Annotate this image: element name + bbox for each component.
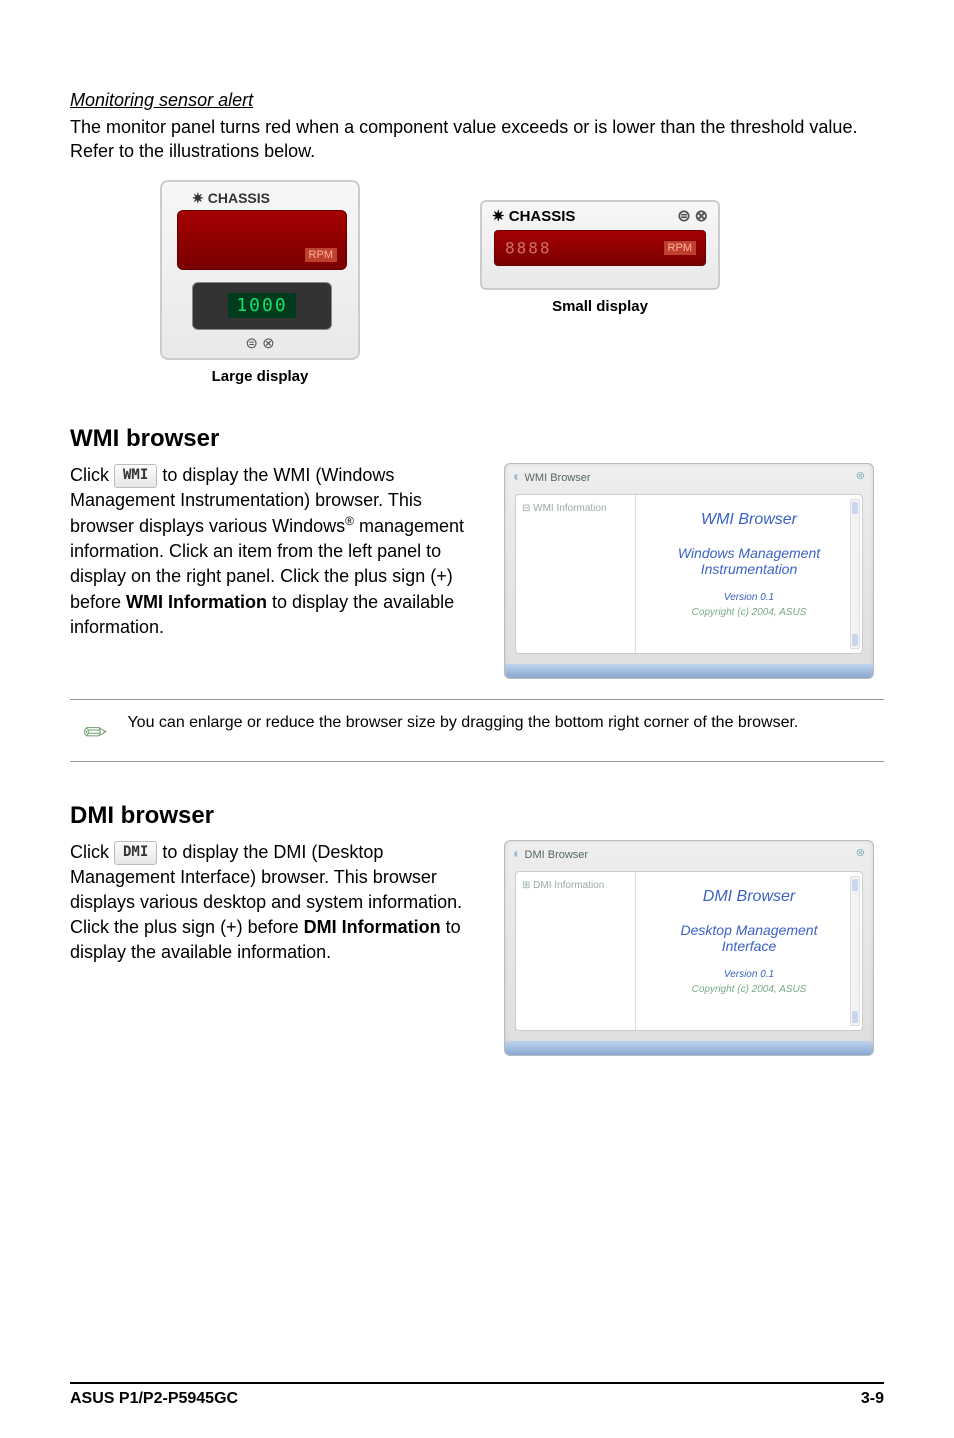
note-text: You can enlarge or reduce the browser si… xyxy=(127,712,798,734)
wmi-text-a: Click xyxy=(70,465,114,485)
wmi-browser-window: ◐ WMI Browser ⊗ ⊟ WMI Information WMI Br… xyxy=(504,463,874,679)
dmi-tree-pane[interactable]: ⊞ DMI Information xyxy=(516,872,636,1030)
fan-icon: ✷ xyxy=(492,208,505,225)
dmi-browser-window: ◐ DMI Browser ⊗ ⊞ DMI Information DMI Br… xyxy=(504,840,874,1056)
sensor-large-icons: ⊜ ⊗ xyxy=(162,334,358,352)
dmi-window-title: ◐ DMI Browser xyxy=(513,845,588,861)
dmi-content-copyright: Copyright (c) 2004, ASUS xyxy=(642,984,856,995)
sensor-small-label-wrap: ✷ CHASSIS xyxy=(492,207,575,225)
sensor-large-red-panel: RPM xyxy=(177,210,347,270)
wmi-scrollbar[interactable] xyxy=(850,499,860,649)
wmi-tree-pane[interactable]: ⊟ WMI Information xyxy=(516,495,636,653)
close-icon: ⊗ xyxy=(695,206,708,226)
fan-icon: ✷ xyxy=(192,190,204,207)
wmi-bold-term: WMI Information xyxy=(126,592,267,612)
chassis-sensor-small: ✷ CHASSIS ⊜ ⊗ 8888 RPM xyxy=(480,200,720,290)
loop-icon: ⊜ xyxy=(245,335,258,352)
footer-page-number: 3-9 xyxy=(861,1390,884,1408)
wmi-content-copyright: Copyright (c) 2004, ASUS xyxy=(642,607,856,618)
dmi-heading: DMI browser xyxy=(70,802,884,830)
sensor-large-readout: 1000 xyxy=(192,282,332,330)
small-display-caption: Small display xyxy=(480,298,720,315)
sensor-small-label: CHASSIS xyxy=(509,208,576,225)
sensor-small-icons: ⊜ ⊗ xyxy=(677,206,708,226)
loop-icon: ⊜ xyxy=(677,206,690,226)
wmi-content-sub2: Instrumentation xyxy=(642,561,856,578)
dmi-bold-term: DMI Information xyxy=(304,917,441,937)
rpm-badge-large: RPM xyxy=(304,247,338,263)
close-icon: ⊗ xyxy=(262,335,275,352)
monitoring-body: The monitor panel turns red when a compo… xyxy=(70,115,884,164)
dmi-tree-root[interactable]: ⊞ DMI Information xyxy=(522,880,629,891)
wmi-content-pane: WMI Browser Windows Management Instrumen… xyxy=(636,495,862,653)
chassis-sensor-large: ✷ CHASSIS RPM 1000 ⊜ ⊗ xyxy=(160,180,360,360)
dmi-paragraph: Click DMI to display the DMI (Desktop Ma… xyxy=(70,840,474,1056)
dmi-content-version: Version 0.1 xyxy=(642,969,856,980)
wmi-content-title: WMI Browser xyxy=(642,511,856,529)
wmi-content-version: Version 0.1 xyxy=(642,592,856,603)
dmi-content-sub2: Interface xyxy=(642,938,856,955)
dmi-content-pane: DMI Browser Desktop Management Interface… xyxy=(636,872,862,1030)
dmi-text-a: Click xyxy=(70,842,114,862)
dmi-button[interactable]: DMI xyxy=(114,841,157,865)
note-block: ✎ You can enlarge or reduce the browser … xyxy=(70,699,884,762)
sensor-small-red-bar: 8888 RPM xyxy=(494,230,706,266)
page-footer: ASUS P1/P2-P5945GC 3-9 xyxy=(70,1382,884,1408)
dmi-content-title: DMI Browser xyxy=(642,888,856,906)
wmi-tree-root[interactable]: ⊟ WMI Information xyxy=(522,503,629,514)
sensor-large-value: 1000 xyxy=(228,293,295,318)
small-display-col: ✷ CHASSIS ⊜ ⊗ 8888 RPM Small display xyxy=(480,180,720,385)
dmi-window-footer[interactable] xyxy=(505,1041,873,1055)
sensor-large-label-text: CHASSIS xyxy=(208,190,270,206)
window-close-icon[interactable]: ⊗ xyxy=(856,469,865,482)
sensor-small-value: 8888 xyxy=(505,238,552,257)
app-icon: ◐ xyxy=(513,468,521,484)
pencil-icon: ✎ xyxy=(76,712,116,752)
wmi-heading: WMI browser xyxy=(70,425,884,453)
registered-icon: ® xyxy=(345,514,354,528)
large-display-caption: Large display xyxy=(160,368,360,385)
sensor-large-label: ✷ CHASSIS xyxy=(192,190,270,207)
monitoring-heading: Monitoring sensor alert xyxy=(70,90,884,111)
dmi-content-sub1: Desktop Management xyxy=(642,922,856,939)
rpm-badge-small: RPM xyxy=(663,240,697,256)
footer-product: ASUS P1/P2-P5945GC xyxy=(70,1390,238,1408)
window-close-icon[interactable]: ⊗ xyxy=(856,846,865,859)
wmi-button[interactable]: WMI xyxy=(114,464,157,488)
dmi-scrollbar[interactable] xyxy=(850,876,860,1026)
wmi-content-sub1: Windows Management xyxy=(642,545,856,562)
large-display-col: ✷ CHASSIS RPM 1000 ⊜ ⊗ Large display xyxy=(160,180,360,385)
wmi-paragraph: Click WMI to display the WMI (Windows Ma… xyxy=(70,463,474,679)
wmi-window-footer[interactable] xyxy=(505,664,873,678)
wmi-window-title: ◐ WMI Browser xyxy=(513,468,591,484)
app-icon: ◐ xyxy=(513,845,521,861)
sensor-images-row: ✷ CHASSIS RPM 1000 ⊜ ⊗ Large display ✷ C… xyxy=(160,180,884,385)
